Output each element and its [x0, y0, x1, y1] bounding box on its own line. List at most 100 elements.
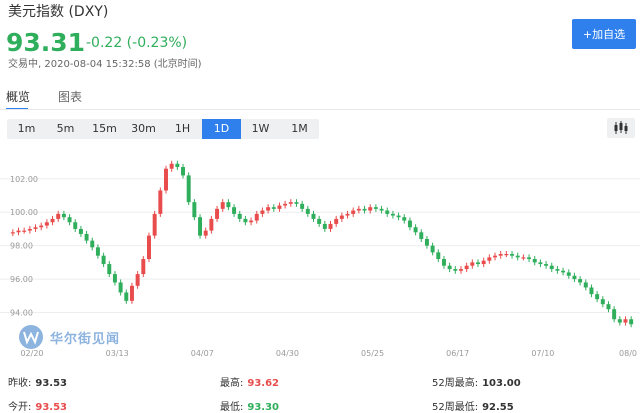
candle-body [561, 270, 566, 273]
candle-body [107, 264, 112, 275]
stat-high: 最高: 93.62 [220, 378, 280, 389]
add-to-watchlist-button[interactable]: +加自选 [572, 19, 636, 49]
candle-body [129, 285, 134, 301]
candle-body [78, 228, 83, 234]
tab-overview[interactable]: 概览 [6, 88, 30, 105]
x-tick-label: 05/25 [361, 349, 384, 358]
stat-low: 最低: 93.30 [220, 402, 280, 413]
candle-body [260, 210, 265, 214]
candle-body [572, 275, 577, 280]
candle-body [441, 259, 446, 266]
candle-body [351, 210, 356, 214]
candle-body [464, 265, 469, 270]
candle-body [158, 190, 163, 214]
watermark-logo-icon [19, 325, 43, 349]
candle-body [44, 222, 49, 226]
candle-body [413, 227, 418, 233]
x-tick-label: 07/10 [531, 349, 554, 358]
candle-body [271, 207, 276, 209]
candle-body [243, 218, 248, 223]
candle-body [73, 222, 78, 229]
candle-body [532, 259, 537, 263]
candle-body [493, 255, 498, 258]
candle-body [203, 230, 208, 236]
watermark-text: 华尔街见闻 [50, 331, 121, 347]
candle-body [379, 208, 384, 211]
candle-body [294, 202, 299, 204]
period-1d[interactable]: 1D [202, 119, 241, 139]
candle-body [629, 319, 634, 325]
candle-body [476, 262, 480, 265]
x-tick-label: 04/30 [276, 349, 299, 358]
candle-body [169, 163, 174, 169]
period-1h[interactable]: 1H [163, 119, 202, 139]
candle-body [487, 257, 492, 261]
candle-body [67, 217, 72, 223]
candle-body [22, 230, 27, 232]
candle-body [232, 207, 237, 214]
y-tick-label: 98.00 [10, 242, 33, 251]
candle-body [33, 227, 38, 229]
watermark: 华尔街见闻 [18, 324, 120, 350]
candle-body [266, 207, 271, 211]
candle-body [322, 223, 327, 229]
y-tick-label: 102.00 [10, 175, 38, 184]
period-1m[interactable]: 1m [7, 119, 46, 139]
candle-body [549, 265, 554, 270]
candle-body [186, 175, 191, 203]
candle-body [470, 262, 475, 266]
candle-body [458, 269, 463, 271]
candle-body [600, 299, 605, 305]
candle-body [277, 205, 282, 209]
tab-divider [0, 109, 640, 110]
period-5m[interactable]: 5m [46, 119, 85, 139]
candle-body [141, 259, 146, 275]
candle-body [220, 202, 225, 209]
candle-body [345, 213, 350, 216]
candle-body [118, 282, 123, 293]
instrument-title: 美元指数 (DXY) [8, 4, 109, 20]
candle-body [226, 202, 231, 208]
candle-body [515, 255, 520, 258]
candle-body [617, 319, 622, 323]
candle-body [95, 247, 100, 256]
candle-body [623, 319, 628, 323]
x-tick-label: 03/13 [106, 349, 129, 358]
last-price: 93.31 [6, 28, 86, 57]
candle-body [396, 215, 401, 218]
candle-body [124, 292, 129, 301]
candle-body [544, 264, 549, 266]
candle-body [10, 232, 15, 234]
candle-body [334, 218, 339, 224]
period-1w[interactable]: 1W [241, 119, 280, 139]
candle-body [101, 255, 106, 265]
candle-body [198, 217, 203, 236]
candle-body [356, 208, 361, 211]
candle-body [447, 265, 452, 270]
period-15m[interactable]: 15m [85, 119, 124, 139]
period-30m[interactable]: 30m [124, 119, 163, 139]
period-1mo[interactable]: 1M [280, 119, 319, 139]
candle-body [283, 203, 288, 206]
candle-body [317, 218, 322, 224]
y-tick-label: 96.00 [10, 275, 33, 284]
y-tick-label: 94.00 [10, 309, 33, 318]
candle-body [61, 213, 66, 218]
candle-body [436, 252, 441, 260]
candle-body [39, 225, 44, 228]
candle-body [419, 232, 424, 239]
candle-body [16, 230, 21, 233]
candle-body [56, 213, 61, 219]
stat-52w-low: 52周最低: 92.55 [432, 402, 514, 413]
candle-body [606, 304, 611, 310]
x-tick-label: 08/0 [619, 349, 637, 358]
candle-body [112, 274, 117, 283]
candle-body [84, 233, 89, 241]
candle-body [209, 218, 214, 231]
candle-body [498, 254, 503, 256]
candle-body [402, 217, 407, 221]
chart-type-button[interactable] [607, 118, 635, 138]
candle-body [181, 167, 186, 176]
tab-chart[interactable]: 图表 [58, 88, 82, 105]
candle-body [300, 203, 305, 209]
